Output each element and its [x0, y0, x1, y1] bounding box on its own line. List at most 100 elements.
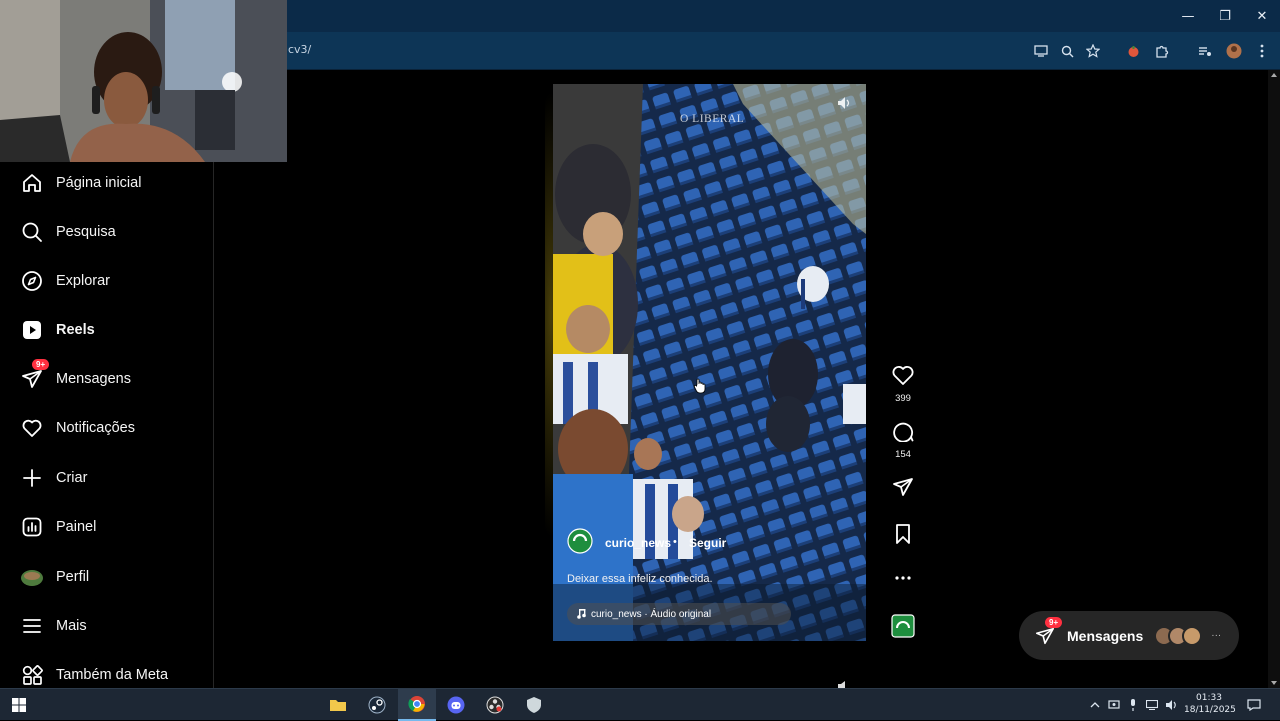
- messenger-icon: 9+: [20, 359, 50, 391]
- like-count: 399: [895, 393, 911, 404]
- like-button[interactable]: 399: [889, 364, 917, 404]
- sidebar-item-label: Mensagens: [56, 371, 131, 387]
- notification-badge: 9+: [1045, 616, 1063, 628]
- sidebar-item-notifications[interactable]: Notificações: [20, 416, 135, 440]
- heart-icon: [891, 364, 915, 391]
- reel-video[interactable]: O LIBERAL curio_news • Seguir Deixar ess…: [553, 84, 866, 641]
- sidebar-item-create[interactable]: Criar: [20, 466, 87, 490]
- author-username[interactable]: curio_news: [605, 536, 671, 550]
- folder-icon: [329, 698, 347, 712]
- sidebar-item-label: Perfil: [56, 569, 90, 585]
- chrome-icon: [408, 695, 426, 713]
- stadium-scene: [553, 84, 866, 641]
- share-button[interactable]: [889, 476, 917, 503]
- minimize-button[interactable]: —: [1169, 0, 1207, 32]
- extensions-puzzle-icon[interactable]: [1153, 42, 1171, 60]
- device-icon[interactable]: [1106, 689, 1122, 721]
- volume-icon[interactable]: [837, 96, 851, 115]
- page-scrollbar[interactable]: [1268, 70, 1280, 688]
- comment-icon: [891, 420, 915, 447]
- windows-taskbar: 01:33 18/11/2025: [0, 688, 1280, 721]
- sidebar-item-reels[interactable]: Reels: [20, 318, 95, 342]
- url-text[interactable]: cv3/: [288, 43, 311, 56]
- close-button[interactable]: ✕: [1243, 0, 1280, 32]
- menu-dots-icon[interactable]: [1253, 42, 1271, 60]
- separator-dot: •: [673, 536, 677, 548]
- volume-tray-icon[interactable]: [1163, 689, 1179, 721]
- mouse-cursor-icon: [694, 378, 706, 399]
- webcam-overlay: [0, 0, 287, 162]
- search-icon: [20, 220, 44, 244]
- menu-icon: [20, 614, 44, 638]
- taskbar-steam[interactable]: [358, 689, 396, 721]
- sidebar-item-profile[interactable]: Perfil: [20, 565, 89, 589]
- music-note-icon: [577, 609, 587, 619]
- taskbar-discord[interactable]: [437, 689, 475, 721]
- microphone-icon[interactable]: [1125, 689, 1141, 721]
- windows-logo-icon: [12, 698, 26, 712]
- sidebar-item-label: Reels: [56, 322, 95, 338]
- more-options-button[interactable]: [889, 570, 917, 591]
- taskbar-file-explorer[interactable]: [319, 689, 357, 721]
- install-app-icon[interactable]: [1032, 42, 1050, 60]
- media-control-icon[interactable]: [1196, 42, 1214, 60]
- share-icon: [892, 476, 914, 503]
- clock-time: 01:33: [1196, 693, 1222, 703]
- taskbar-clock[interactable]: 01:33 18/11/2025: [1184, 692, 1236, 716]
- comment-button[interactable]: 154: [889, 420, 917, 460]
- plus-icon: [20, 466, 44, 490]
- restore-button[interactable]: ❐: [1206, 0, 1244, 32]
- taskbar-security-app[interactable]: [515, 689, 553, 721]
- notification-center-icon[interactable]: [1244, 689, 1264, 721]
- taskbar-chrome[interactable]: [398, 689, 436, 721]
- audio-label: curio_news · Áudio original: [591, 608, 712, 620]
- reels-icon: [20, 318, 44, 342]
- obs-icon: [486, 696, 504, 714]
- sidebar-item-home[interactable]: Página inicial: [20, 171, 141, 195]
- sidebar-item-search[interactable]: Pesquisa: [20, 220, 116, 244]
- bookmark-icon: [893, 523, 913, 550]
- zoom-icon[interactable]: [1058, 42, 1076, 60]
- sidebar-item-label: Pesquisa: [56, 224, 116, 240]
- notification-badge: 9+: [32, 359, 50, 370]
- follow-button[interactable]: Seguir: [689, 536, 726, 550]
- conversation-avatars: [1153, 625, 1209, 647]
- sidebar-item-more[interactable]: Mais: [20, 614, 87, 638]
- steam-icon: [368, 696, 386, 714]
- curio-news-logo-icon: [891, 614, 915, 643]
- reel-caption[interactable]: Deixar essa infeliz conhecida.: [567, 573, 713, 585]
- compass-icon: [20, 269, 44, 293]
- profile-avatar-icon: [20, 565, 44, 589]
- profile-avatar-icon[interactable]: [1225, 42, 1243, 60]
- discord-icon: [447, 696, 465, 714]
- sidebar-item-label: Também da Meta: [56, 667, 169, 683]
- messages-pill-label: Mensagens: [1067, 627, 1144, 644]
- comment-count: 154: [895, 449, 911, 460]
- meta-apps-icon: [20, 663, 44, 687]
- sidebar-item-label: Página inicial: [56, 175, 142, 191]
- messenger-icon: 9+: [1035, 616, 1063, 646]
- audio-source-thumbnail[interactable]: [889, 614, 917, 643]
- save-button[interactable]: [889, 523, 917, 550]
- sidebar-item-label: Criar: [56, 470, 88, 486]
- audio-chip[interactable]: curio_news · Áudio original: [567, 603, 791, 625]
- bookmark-star-icon[interactable]: [1084, 42, 1102, 60]
- sidebar-item-meta[interactable]: Também da Meta: [20, 663, 168, 687]
- extension-tomato-icon[interactable]: [1124, 42, 1142, 60]
- sidebar-item-label: Explorar: [56, 273, 110, 289]
- author-avatar[interactable]: [567, 528, 593, 559]
- network-icon[interactable]: [1144, 689, 1160, 721]
- taskbar-obs[interactable]: [476, 689, 514, 721]
- sidebar-item-label: Painel: [56, 519, 97, 535]
- sidebar-item-dashboard[interactable]: Painel: [20, 515, 96, 539]
- sidebar-item-explore[interactable]: Explorar: [20, 269, 110, 293]
- video-watermark: O LIBERAL: [680, 113, 745, 125]
- sidebar-item-messages[interactable]: 9+ Mensagens: [20, 359, 131, 391]
- more-avatars-indicator: ···: [1211, 630, 1222, 641]
- tray-overflow-icon[interactable]: [1087, 689, 1103, 721]
- dashboard-icon: [20, 515, 44, 539]
- messages-pill[interactable]: 9+ Mensagens ···: [1019, 611, 1239, 660]
- heart-icon: [20, 416, 44, 440]
- start-button[interactable]: [0, 689, 38, 721]
- sidebar-item-label: Mais: [56, 618, 87, 634]
